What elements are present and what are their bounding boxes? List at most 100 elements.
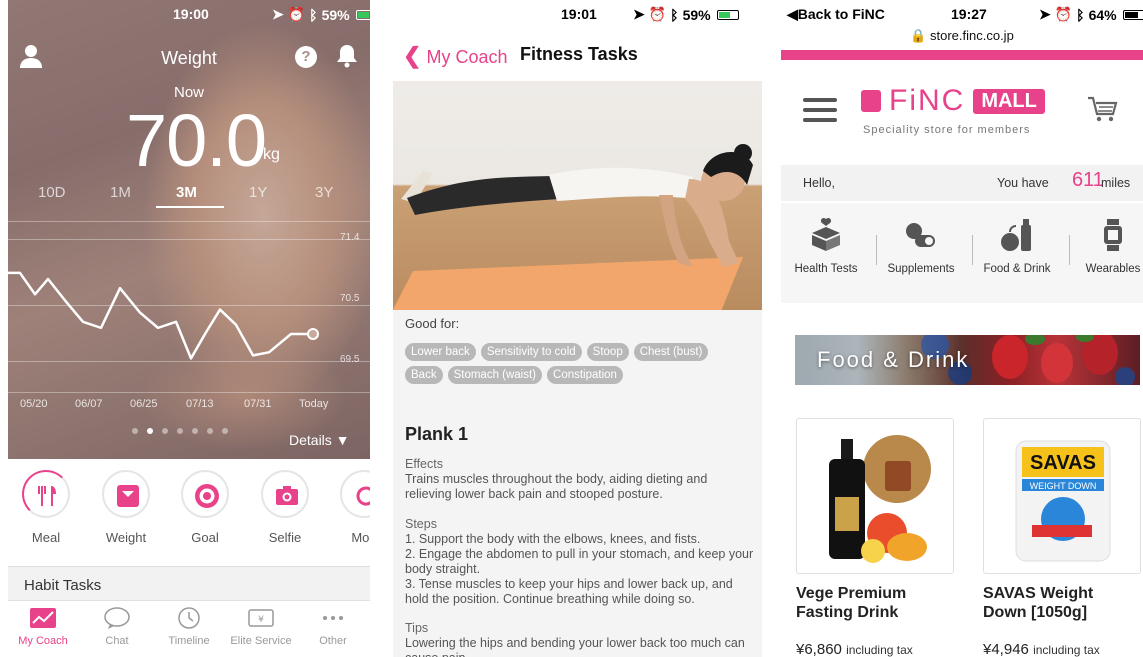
tips-section: Tips Lowering the hips and bending your … bbox=[405, 621, 755, 657]
tile-health-tests[interactable]: Health Tests bbox=[781, 217, 871, 275]
range-1m[interactable]: 1M bbox=[110, 184, 131, 201]
tab-elite-service[interactable]: ¥ Elite Service bbox=[226, 607, 296, 647]
menu-icon[interactable] bbox=[803, 98, 837, 122]
range-1y[interactable]: 1Y bbox=[249, 184, 267, 201]
tag-chip[interactable]: Lower back bbox=[405, 343, 476, 361]
category-label: Meal bbox=[31, 530, 61, 545]
weight-line-chart bbox=[8, 271, 319, 360]
tile-food-drink[interactable]: Food & Drink bbox=[972, 217, 1062, 275]
tips-text: Lowering the hips and bending your lower… bbox=[405, 636, 745, 657]
range-3y[interactable]: 3Y bbox=[315, 184, 333, 201]
location-icon: ➤ bbox=[272, 6, 284, 22]
tab-other[interactable]: Other bbox=[298, 607, 368, 647]
x-tick-1: 06/07 bbox=[75, 398, 103, 410]
battery-percent: 59% bbox=[682, 6, 711, 23]
status-bar: 19:00 ➤ ⏰ ᛒ 59% bbox=[8, 6, 370, 24]
chart-icon bbox=[30, 608, 56, 628]
tab-bar: My Coach Chat Timeline ¥ Elite Service O… bbox=[8, 600, 370, 657]
food-drink-banner[interactable]: Food & Drink bbox=[795, 335, 1140, 385]
product-price: ¥6,860 including tax bbox=[796, 641, 913, 657]
category-weight[interactable]: Weight bbox=[98, 470, 154, 545]
hello-text: Hello, bbox=[803, 176, 835, 190]
steps-section: Steps 1. Support the body with the elbow… bbox=[405, 517, 755, 607]
tag-chip[interactable]: Sensitivity to cold bbox=[480, 343, 582, 361]
alarm-icon: ⏰ bbox=[648, 6, 667, 22]
scale-icon bbox=[117, 485, 139, 507]
miles-unit: miles bbox=[1101, 176, 1131, 190]
tag-chip[interactable]: Stomach (waist) bbox=[447, 366, 543, 384]
chat-bubble-icon bbox=[104, 607, 130, 629]
location-icon: ➤ bbox=[633, 6, 645, 22]
category-mood[interactable]: Moo bbox=[336, 470, 370, 545]
latest-point-marker bbox=[307, 327, 319, 340]
miles-count: 611 bbox=[1072, 169, 1104, 191]
page-dot bbox=[162, 428, 168, 434]
good-for-label: Good for: bbox=[405, 316, 460, 331]
product-price: ¥4,946 including tax bbox=[983, 641, 1100, 657]
x-tick-0: 05/20 bbox=[20, 398, 48, 410]
lock-icon: 🔒 bbox=[910, 28, 927, 43]
page-dot bbox=[177, 428, 183, 434]
back-to-finc-link[interactable]: ◀Back to FiNC bbox=[787, 6, 885, 23]
page-dot bbox=[222, 428, 228, 434]
miles-bar: Hello, You have 611 miles bbox=[781, 165, 1143, 201]
category-goal[interactable]: Goal bbox=[177, 470, 233, 545]
battery-percent: 59% bbox=[321, 6, 350, 23]
x-tick-3: 07/13 bbox=[186, 398, 214, 410]
svg-text:¥: ¥ bbox=[258, 615, 264, 625]
tab-timeline[interactable]: Timeline bbox=[154, 607, 224, 647]
bell-icon[interactable] bbox=[336, 44, 358, 68]
finc-mall-screen: ◀Back to FiNC 19:27 ➤ ⏰ ᛒ 64% 🔒 store.fi… bbox=[781, 0, 1143, 657]
battery-icon bbox=[716, 9, 739, 20]
tag-chip[interactable]: Stoop bbox=[586, 343, 629, 361]
wearable-watch-icon bbox=[1104, 219, 1122, 251]
cart-icon[interactable] bbox=[1086, 92, 1118, 124]
habit-tasks-header[interactable]: Habit Tasks bbox=[8, 566, 370, 600]
back-button[interactable]: ❮ My Coach bbox=[403, 43, 507, 69]
range-10d[interactable]: 10D bbox=[38, 184, 66, 201]
savas-brand-text: SAVAS bbox=[1030, 452, 1096, 474]
tag-chip[interactable]: Chest (bust) bbox=[633, 343, 709, 361]
range-3m[interactable]: 3M bbox=[176, 184, 197, 201]
step-item: 3. Tense muscles to keep your hips and l… bbox=[405, 577, 733, 606]
battery-icon bbox=[355, 9, 370, 20]
product-name[interactable]: SAVAS Weight Down [1050g] bbox=[983, 584, 1093, 622]
tile-supplements[interactable]: Supplements bbox=[876, 217, 966, 275]
current-weight-value: 70.0 bbox=[126, 99, 267, 182]
weight-hero-photo: 19:00 ➤ ⏰ ᛒ 59% Weight ? Now 70.0 kg 10D… bbox=[8, 0, 370, 459]
details-toggle[interactable]: Details ▼ bbox=[289, 432, 350, 448]
effects-section: Effects Trains muscles throughout the bo… bbox=[405, 457, 755, 502]
weight-unit: kg bbox=[263, 146, 280, 163]
finc-mall-logo[interactable]: FiNC MALL bbox=[861, 84, 1045, 117]
tab-chat[interactable]: Chat bbox=[82, 607, 152, 647]
tag-chip[interactable]: Constipation bbox=[547, 366, 623, 384]
target-icon bbox=[195, 484, 219, 508]
category-selfie[interactable]: Selfie bbox=[257, 470, 313, 545]
product-name[interactable]: Vege Premium Fasting Drink bbox=[796, 584, 906, 622]
step-item: 2. Engage the abdomen to pull in your st… bbox=[405, 547, 754, 576]
shopping-bag-icon bbox=[861, 90, 881, 112]
alarm-icon: ⏰ bbox=[1054, 6, 1073, 22]
nav-bar: ❮ My Coach Fitness Tasks bbox=[393, 40, 762, 72]
category-meal[interactable]: Meal bbox=[18, 470, 74, 545]
category-label: Goal bbox=[191, 530, 219, 545]
logo-word: FiNC bbox=[889, 84, 966, 117]
pill-icon bbox=[906, 223, 935, 247]
tab-my-coach[interactable]: My Coach bbox=[8, 607, 78, 647]
good-for-tags: Lower back Sensitivity to cold Stoop Che… bbox=[405, 343, 745, 384]
tagline: Speciality store for members bbox=[863, 124, 1031, 136]
bluetooth-icon: ᛒ bbox=[1076, 6, 1085, 23]
url-bar[interactable]: 🔒 store.finc.co.jp bbox=[781, 28, 1143, 44]
x-tick-2: 06/25 bbox=[130, 398, 158, 410]
tips-label: Tips bbox=[405, 621, 429, 635]
ticket-icon: ¥ bbox=[248, 609, 274, 627]
product-card-vege-premium[interactable] bbox=[796, 418, 954, 574]
tag-chip[interactable]: Back bbox=[405, 366, 443, 384]
tile-wearables[interactable]: Wearables bbox=[1068, 217, 1143, 275]
status-bar: 19:01 ➤ ⏰ ᛒ 59% bbox=[393, 6, 762, 24]
product-card-savas[interactable]: SAVAS WEIGHT DOWN bbox=[983, 418, 1141, 574]
help-icon[interactable]: ? bbox=[295, 46, 317, 68]
location-icon: ➤ bbox=[1039, 6, 1051, 22]
weight-series-line bbox=[8, 271, 313, 360]
status-time: 19:27 bbox=[951, 6, 987, 22]
